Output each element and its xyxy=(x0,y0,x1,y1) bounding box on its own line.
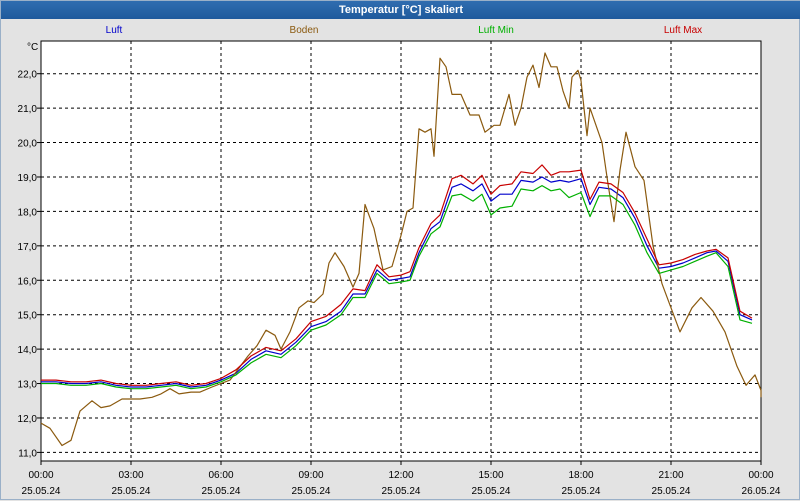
x-tick-time: 00:00 xyxy=(748,470,773,481)
x-tick-date: 25.05.24 xyxy=(652,486,691,497)
x-tick-date: 25.05.24 xyxy=(562,486,601,497)
x-tick-date: 25.05.24 xyxy=(112,486,151,497)
y-tick-label: 14,0 xyxy=(18,345,38,356)
x-tick-time: 09:00 xyxy=(298,470,323,481)
x-tick-time: 12:00 xyxy=(388,470,413,481)
y-tick-label: 11,0 xyxy=(18,448,37,459)
y-tick-label: 13,0 xyxy=(18,380,38,391)
x-tick-date: 26.05.24 xyxy=(742,486,781,497)
x-tick-time: 06:00 xyxy=(208,470,233,481)
temperature-chart: 11,0 12,0 13,0 14,0 15,0 16,0 17,0 18,0 19,0 20,0… xyxy=(18,40,781,497)
y-tick-label: 19,0 xyxy=(18,173,38,184)
chart-window: Temperatur [°C] skaliert Luft Boden Luft… xyxy=(0,0,800,500)
x-tick-date: 25.05.24 xyxy=(22,486,61,497)
y-tick-label: 17,0 xyxy=(18,242,38,253)
y-tick-label: 21,0 xyxy=(18,104,38,115)
x-tick-date: 25.05.24 xyxy=(382,486,421,497)
y-tick-label: 15,0 xyxy=(18,311,38,322)
y-tick-label: 16,0 xyxy=(18,276,38,287)
y-axis-unit: °C xyxy=(27,42,38,53)
y-tick-label: 20,0 xyxy=(18,139,38,150)
x-tick-time: 03:00 xyxy=(118,470,143,481)
x-tick-date: 25.05.24 xyxy=(292,486,331,497)
x-tick-time: 21:00 xyxy=(658,470,683,481)
y-tick-label: 12,0 xyxy=(18,414,38,425)
x-tick-time: 15:00 xyxy=(478,470,503,481)
y-tick-label: 22,0 xyxy=(18,70,38,81)
y-tick-label: 18,0 xyxy=(18,207,38,218)
x-tick-date: 25.05.24 xyxy=(472,486,511,497)
x-tick-date: 25.05.24 xyxy=(202,486,241,497)
x-tick-time: 00:00 xyxy=(28,470,53,481)
x-tick-time: 18:00 xyxy=(568,470,593,481)
